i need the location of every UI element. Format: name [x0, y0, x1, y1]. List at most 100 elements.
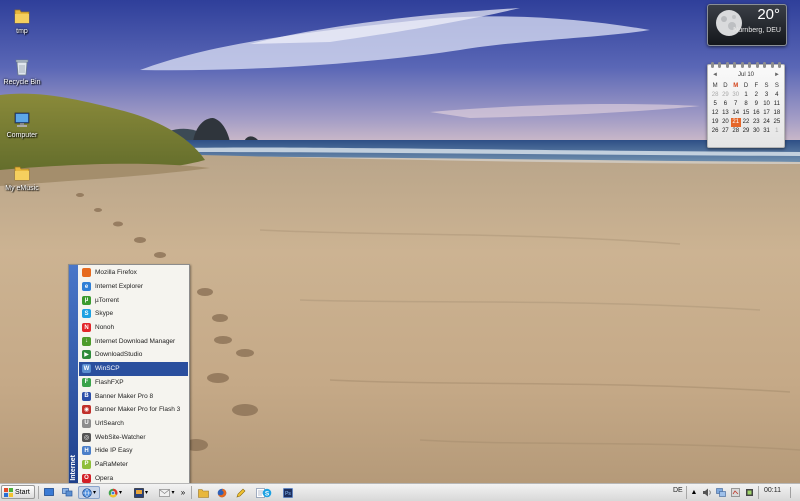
- menu-item-label: Skype: [95, 310, 114, 318]
- calendar-day[interactable]: 12: [710, 109, 720, 118]
- menu-item-internet-download-manager[interactable]: ↓ Internet Download Manager: [79, 334, 188, 348]
- calendar-day[interactable]: 26: [710, 127, 720, 136]
- menu-item-downloadstudio[interactable]: ▶ DownloadStudio: [79, 348, 188, 362]
- calendar-day[interactable]: 16: [751, 109, 761, 118]
- calendar-next-button[interactable]: ►: [774, 72, 780, 78]
- tray-device-button[interactable]: [743, 486, 755, 499]
- internet-toolbar-button[interactable]: ▾: [78, 486, 100, 499]
- calendar-day[interactable]: 9: [751, 100, 761, 109]
- menu-item-opera[interactable]: O Opera: [79, 471, 188, 483]
- mail-toolbar-button[interactable]: ▾: [156, 486, 178, 499]
- menu-item-urlsearch[interactable]: U UrlSearch: [79, 417, 188, 431]
- desktop-icon-recycle-bin[interactable]: Recycle Bin: [0, 57, 44, 86]
- taskbar-app-explorer[interactable]: [195, 486, 211, 499]
- opera-icon: O: [82, 473, 91, 483]
- taskbar-app-firefox[interactable]: [214, 486, 230, 499]
- menu-item-website-watcher[interactable]: ◎ WebSite-Watcher: [79, 430, 188, 444]
- calendar-day[interactable]: 31: [761, 127, 771, 136]
- taskbar-separator: [686, 486, 687, 499]
- calendar-day[interactable]: 13: [720, 109, 730, 118]
- calendar-day[interactable]: 4: [772, 91, 782, 100]
- calendar-day[interactable]: 3: [761, 91, 771, 100]
- menu-item-banner-maker-pro-8[interactable]: B Banner Maker Pro 8: [79, 389, 188, 403]
- calendar-day[interactable]: 11: [772, 100, 782, 109]
- chevron-up-icon: ▲: [690, 489, 698, 496]
- calendar-weekday: M: [712, 83, 718, 89]
- dropdown-arrow-icon: ▾: [118, 490, 122, 496]
- calendar-day[interactable]: 1: [772, 127, 782, 136]
- media-toolbar-button[interactable]: ▾: [130, 486, 152, 499]
- tray-network-button[interactable]: [715, 486, 727, 499]
- device-icon: [745, 489, 753, 496]
- firefox-icon: [217, 488, 227, 497]
- calendar-gadget[interactable]: ◄ Jul 10 ► M D M D F S S 28 29 30 1 2 3 4 5 6 7 8 9 10 11 12 1…: [707, 62, 785, 148]
- calendar-day[interactable]: 5: [710, 100, 720, 109]
- menu-item-label: Mozilla Firefox: [95, 269, 137, 277]
- menu-side-label: Internet: [70, 455, 77, 481]
- calendar-day[interactable]: 28: [731, 127, 741, 136]
- desktop-icon-computer[interactable]: Computer: [0, 110, 44, 139]
- menu-item-label: Opera: [95, 474, 114, 482]
- calendar-day[interactable]: 29: [741, 127, 751, 136]
- desktop-icon-tmp[interactable]: tmp: [0, 6, 44, 35]
- calendar-day[interactable]: 1: [741, 91, 751, 100]
- menu-item-winscp[interactable]: W WinSCP: [79, 361, 188, 376]
- quick-launch-menu: Internet Mozilla Firefox e Internet Explor…: [68, 264, 190, 483]
- menu-item-nonoh[interactable]: N Nonoh: [79, 321, 188, 335]
- calendar-day[interactable]: 14: [731, 109, 741, 118]
- desktop-icon-my-emusic[interactable]: My eMusic: [0, 163, 44, 192]
- taskbar-app-editor[interactable]: [233, 486, 249, 499]
- menu-item-flashfxp[interactable]: F FlashFXP: [79, 376, 188, 390]
- show-desktop-strip: [789, 487, 798, 498]
- show-desktop-corner[interactable]: [789, 486, 798, 499]
- tray-expand-button[interactable]: ▲: [689, 486, 699, 499]
- calendar-day[interactable]: 18: [772, 109, 782, 118]
- calendar-day[interactable]: 20: [720, 118, 730, 127]
- calendar-day[interactable]: 25: [772, 118, 782, 127]
- menu-item-torrent[interactable]: µ µTorrent: [79, 293, 188, 307]
- taskbar-app-photoshop[interactable]: Ps: [280, 486, 296, 499]
- banner-maker-icon: B: [82, 391, 91, 401]
- calendar-day[interactable]: 17: [761, 109, 771, 118]
- menu-item-banner-maker-pro-for-flash-3[interactable]: ◉ Banner Maker Pro for Flash 3: [79, 403, 188, 417]
- clock[interactable]: 00:11: [764, 487, 781, 494]
- desktop-icon-label: Computer: [6, 132, 38, 139]
- calendar-day[interactable]: 23: [751, 118, 761, 127]
- calendar-day[interactable]: 8: [741, 100, 751, 109]
- switch-windows-button[interactable]: [60, 486, 74, 499]
- taskbar-app-skype[interactable]: S: [259, 486, 275, 499]
- calendar-day[interactable]: 28: [710, 91, 720, 100]
- calendar-day-today[interactable]: 21: [730, 118, 741, 127]
- download-manager-icon: ↓: [82, 336, 91, 346]
- menu-item-parameter[interactable]: P PaRaMeter: [79, 458, 188, 472]
- calendar-day[interactable]: 6: [720, 100, 730, 109]
- menu-item-label: FlashFXP: [95, 378, 124, 386]
- calendar-day[interactable]: 15: [741, 109, 751, 118]
- calendar-day[interactable]: 22: [741, 118, 751, 127]
- tray-speaker-button[interactable]: [701, 486, 713, 499]
- calendar-day[interactable]: 24: [761, 118, 771, 127]
- calendar-day[interactable]: 29: [720, 91, 730, 100]
- tray-app-button[interactable]: [729, 486, 741, 499]
- weather-gadget[interactable]: 20° Nürnberg, DEU: [707, 4, 787, 46]
- start-button[interactable]: Start: [1, 485, 35, 499]
- menu-item-mozilla-firefox[interactable]: Mozilla Firefox: [79, 266, 188, 280]
- menu-item-skype[interactable]: S Skype: [79, 307, 188, 321]
- toolbar-chevron-button[interactable]: »: [178, 486, 188, 499]
- calendar-day[interactable]: 10: [761, 100, 771, 109]
- website-watcher-icon: ◎: [82, 432, 91, 442]
- menu-item-internet-explorer[interactable]: e Internet Explorer: [79, 280, 188, 294]
- show-desktop-button[interactable]: [42, 486, 56, 499]
- pencil-icon: [236, 488, 246, 497]
- menu-item-hide-ip-easy[interactable]: H Hide IP Easy: [79, 444, 188, 458]
- calendar-day[interactable]: 2: [751, 91, 761, 100]
- calendar-day[interactable]: 30: [751, 127, 761, 136]
- calendar-day[interactable]: 19: [710, 118, 720, 127]
- browser-toolbar-button[interactable]: ▾: [104, 486, 126, 499]
- calendar-day[interactable]: 27: [720, 127, 730, 136]
- menu-item-label: PaRaMeter: [95, 460, 128, 468]
- tray-app-icon: [730, 488, 740, 497]
- calendar-day[interactable]: 30: [731, 91, 741, 100]
- language-indicator[interactable]: DE: [673, 487, 683, 494]
- calendar-day[interactable]: 7: [731, 100, 741, 109]
